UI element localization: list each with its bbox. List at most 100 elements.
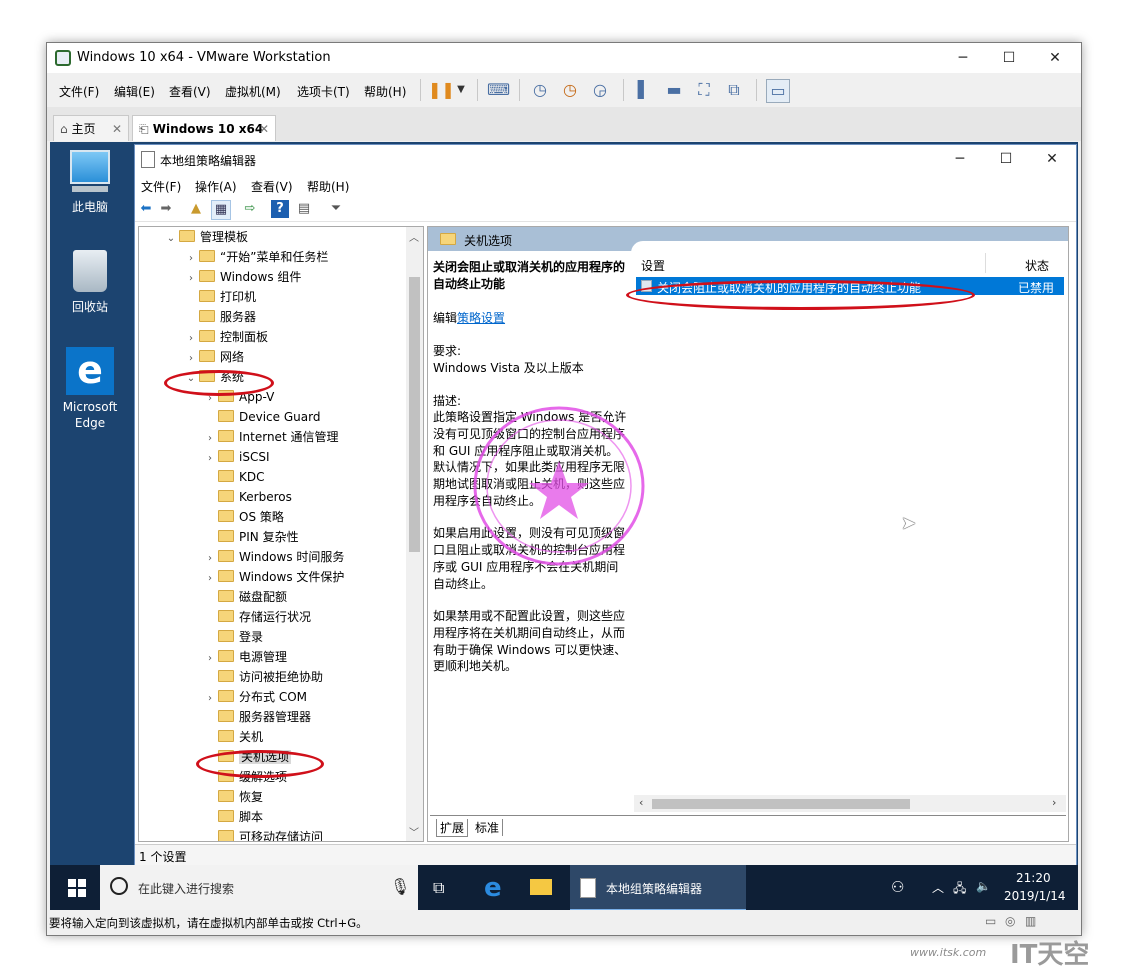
hdd-icon[interactable]: ▭	[985, 914, 996, 928]
scroll-thumb[interactable]	[409, 277, 420, 552]
menu-edit[interactable]: 编辑(E)	[114, 83, 155, 100]
properties-icon[interactable]: ▤	[295, 200, 313, 218]
windows-start-icon[interactable]	[68, 879, 86, 897]
tree-node[interactable]: › Internet 通信管理	[202, 427, 338, 447]
tree-node[interactable]: PIN 复杂性	[202, 527, 299, 547]
tree-node[interactable]: 磁盘配额	[202, 587, 287, 607]
gpedit-maximize-button[interactable]: ☐	[983, 144, 1029, 174]
tab-extended[interactable]: 扩展	[436, 819, 469, 837]
tree-node[interactable]: 可移动存储访问	[202, 827, 323, 841]
close-button[interactable]: ✕	[1032, 43, 1078, 73]
gpedit-close-button[interactable]: ✕	[1029, 144, 1075, 174]
tree-node[interactable]: 访问被拒绝协助	[202, 667, 323, 687]
edit-policy-link[interactable]: 策略设置	[457, 311, 505, 325]
expand-arrow-icon[interactable]: ›	[202, 689, 218, 709]
tree-pane[interactable]: ⌄ 管理模板 › “开始”菜单和任务栏 › Windows 组件 打印机 服务器 › 控制面板 › 网…	[138, 226, 424, 842]
tree-node[interactable]: › 控制面板	[183, 327, 268, 347]
maximize-button[interactable]: ☐	[986, 43, 1032, 73]
tab-close-icon[interactable]: ✕	[259, 116, 269, 142]
cd-icon[interactable]: ◎	[1005, 914, 1015, 928]
library-view-icon[interactable]: ▭	[766, 79, 790, 103]
tree-node[interactable]: 服务器	[183, 307, 256, 327]
tab-vm[interactable]: ⎗ Windows 10 x64 ✕	[132, 115, 276, 141]
tree-node[interactable]: › 分布式 COM	[202, 687, 307, 707]
tree-node[interactable]: › Windows 时间服务	[202, 547, 344, 567]
expand-arrow-icon[interactable]: ›	[183, 349, 199, 369]
tree-node[interactable]: 服务器管理器	[202, 707, 311, 727]
scroll-up-icon[interactable]: ︿	[409, 229, 419, 244]
back-icon[interactable]: ⬅	[137, 200, 155, 218]
task-view-icon[interactable]: ⧉	[433, 878, 444, 898]
tree-node[interactable]: 打印机	[183, 287, 256, 307]
tree-node[interactable]: ⌄ 管理模板	[163, 227, 248, 247]
menu-vm[interactable]: 虚拟机(M)	[225, 83, 281, 100]
network-adapter-icon[interactable]: ▥	[1025, 914, 1036, 928]
show-tree-icon[interactable]: ▦	[211, 200, 231, 220]
tree-scrollbar[interactable]: ︿ ﹀	[406, 227, 423, 841]
expand-arrow-icon[interactable]: ›	[202, 449, 218, 469]
snapshot-manager-icon[interactable]: ◶	[589, 79, 611, 101]
menu-tabs[interactable]: 选项卡(T)	[297, 83, 350, 100]
help-icon[interactable]: ?	[271, 200, 289, 218]
menu-help[interactable]: 帮助(H)	[364, 83, 406, 100]
tree-node[interactable]: OS 策略	[202, 507, 284, 527]
tree-node[interactable]: KDC	[202, 467, 265, 487]
search-box[interactable]: 在此键入进行搜索 🎙	[100, 865, 418, 911]
file-explorer-icon[interactable]	[530, 879, 552, 895]
list-horizontal-scrollbar[interactable]: ‹ ›	[634, 795, 1066, 812]
volume-icon[interactable]: 🔈	[976, 879, 991, 893]
minimize-button[interactable]: ─	[940, 43, 986, 73]
people-icon[interactable]: ⚇	[891, 878, 904, 896]
tree-node[interactable]: › Windows 文件保护	[202, 567, 344, 587]
desktop-icon-edge[interactable]: e Microsoft Edge	[55, 347, 125, 431]
taskbar-gpedit-button[interactable]: 本地组策略编辑器	[570, 865, 746, 911]
gpedit-minimize-button[interactable]: ─	[937, 144, 983, 174]
expand-arrow-icon[interactable]: ›	[183, 329, 199, 349]
export-icon[interactable]: ⇨	[241, 200, 259, 218]
scroll-right-icon[interactable]: ›	[1052, 796, 1056, 809]
revert-snapshot-icon[interactable]: ◷	[559, 79, 581, 101]
fullscreen-icon[interactable]: ⛶	[693, 79, 715, 101]
tree-node[interactable]: 恢复	[202, 787, 263, 807]
column-header-state[interactable]: 状态	[1025, 257, 1049, 274]
scroll-left-icon[interactable]: ‹	[639, 796, 643, 809]
tree-node[interactable]: › 网络	[183, 347, 244, 367]
tree-node[interactable]: Kerberos	[202, 487, 292, 507]
clock-time[interactable]: 21:20	[1016, 871, 1051, 885]
expand-arrow-icon[interactable]: ›	[183, 269, 199, 289]
edge-taskbar-icon[interactable]: e	[484, 873, 502, 903]
hscroll-thumb[interactable]	[652, 799, 910, 809]
snapshot-icon[interactable]: ◷	[529, 79, 551, 101]
tree-node[interactable]: › iSCSI	[202, 447, 270, 467]
send-keys-icon[interactable]: ⌨	[487, 79, 510, 101]
tree-node[interactable]: 存储运行状况	[202, 607, 311, 627]
tree-node[interactable]: Device Guard	[202, 407, 320, 427]
up-folder-icon[interactable]: ▲	[187, 200, 205, 218]
desktop-icon-recycle-bin[interactable]: 回收站	[55, 250, 125, 315]
scroll-down-icon[interactable]: ﹀	[409, 824, 419, 839]
clock-date[interactable]: 2019/1/14	[1004, 889, 1066, 903]
column-header-setting[interactable]: 设置	[641, 257, 665, 274]
tab-home[interactable]: ⌂ 主页 ✕	[53, 115, 129, 141]
tab-standard[interactable]: 标准	[472, 819, 504, 836]
expand-arrow-icon[interactable]: ›	[202, 549, 218, 569]
tree-node[interactable]: 脚本	[202, 807, 263, 827]
gpedit-menu-file[interactable]: 文件(F)	[141, 178, 181, 195]
filter-icon[interactable]: ⏷	[327, 200, 345, 218]
expand-arrow-icon[interactable]: ›	[202, 649, 218, 669]
tree-node[interactable]: 关机	[202, 727, 263, 747]
dropdown-icon[interactable]: ▼	[450, 79, 472, 101]
pause-icon[interactable]: ❚❚	[428, 79, 455, 101]
network-icon[interactable]: 🖧	[953, 879, 966, 900]
tree-node[interactable]: › 电源管理	[202, 647, 287, 667]
menu-file[interactable]: 文件(F)	[59, 83, 99, 100]
tray-chevron-icon[interactable]: ︿	[932, 879, 944, 896]
forward-icon[interactable]: ➡	[157, 200, 175, 218]
tree-node[interactable]: › Windows 组件	[183, 267, 301, 287]
gpedit-menu-help[interactable]: 帮助(H)	[307, 178, 349, 195]
expand-arrow-icon[interactable]: ⌄	[163, 229, 179, 249]
console-view-icon[interactable]: ▬	[663, 79, 685, 101]
expand-arrow-icon[interactable]: ›	[202, 429, 218, 449]
desktop-icon-this-pc[interactable]: 此电脑	[55, 150, 125, 215]
gpedit-menu-view[interactable]: 查看(V)	[251, 178, 293, 195]
